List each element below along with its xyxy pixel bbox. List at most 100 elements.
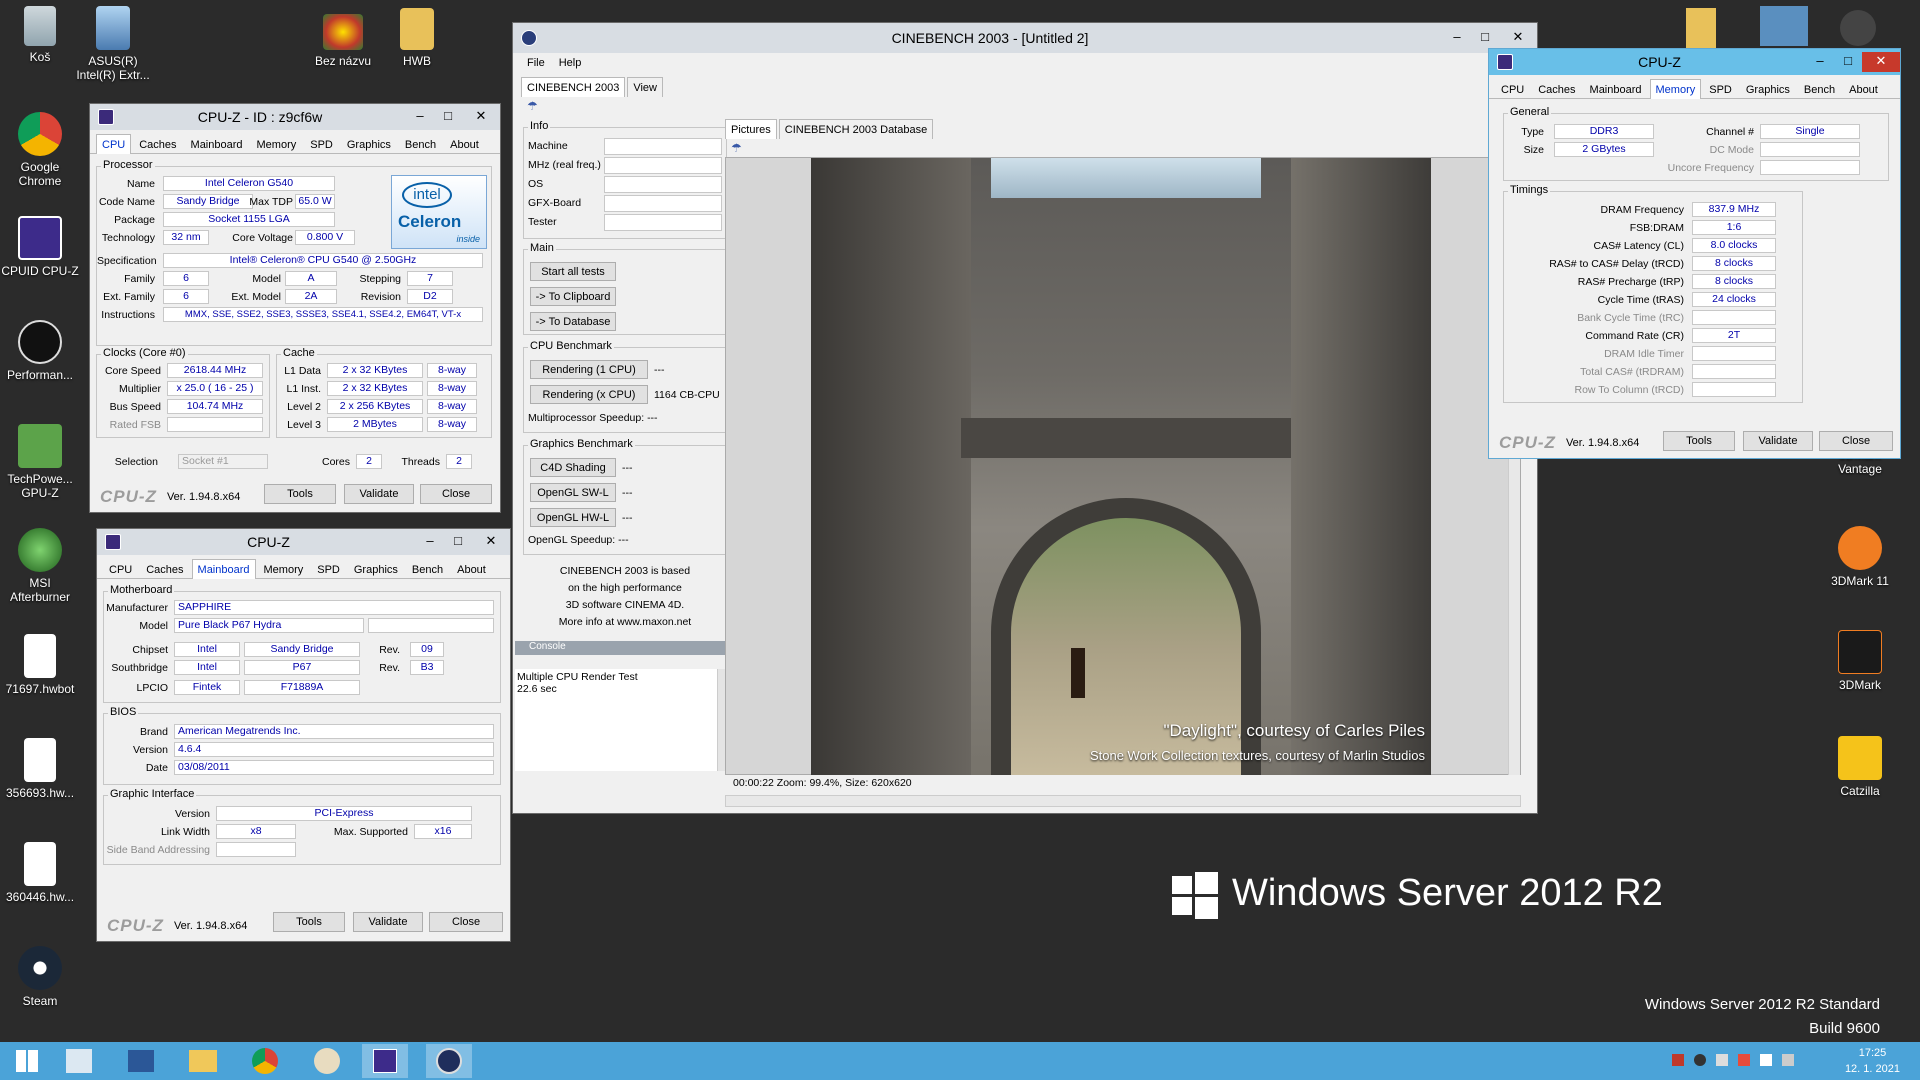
tab-caches[interactable]: Caches [140, 559, 189, 579]
maximize-button[interactable]: □ [444, 532, 472, 552]
validate-button[interactable]: Validate [353, 912, 423, 932]
tester-input[interactable] [604, 214, 722, 231]
start-all-tests-button[interactable]: Start all tests [530, 262, 616, 281]
menu-help[interactable]: Help [559, 57, 582, 69]
tab-graphics[interactable]: Graphics [341, 134, 397, 154]
taskbar-cpuz[interactable] [362, 1044, 408, 1078]
desktop-icon-cpuz[interactable]: CPUID CPU-Z [0, 216, 80, 278]
tray-icon[interactable] [1716, 1054, 1728, 1066]
close-button[interactable]: Close [420, 484, 492, 504]
gfx-board-input[interactable] [604, 195, 722, 212]
tab-cpu[interactable]: CPU [103, 559, 138, 579]
machine-input[interactable] [604, 138, 722, 155]
desktop-icon-chrome[interactable]: Google Chrome [0, 112, 80, 188]
tab-bench[interactable]: Bench [399, 134, 442, 154]
title-bar[interactable]: CPU-Z – □ ✕ [97, 529, 510, 555]
tab-spd[interactable]: SPD [311, 559, 346, 579]
desktop-icon-file-356693[interactable]: 356693.hw... [0, 738, 80, 800]
render-viewport[interactable]: "Daylight", courtesy of Carles Piles Sto… [725, 157, 1521, 775]
validate-button[interactable]: Validate [1743, 431, 1813, 451]
desktop-icon-3dmark11[interactable]: 3DMark 11 [1820, 526, 1900, 588]
steam-tray-icon[interactable] [1694, 1054, 1706, 1066]
maximize-button[interactable]: □ [434, 107, 462, 127]
socket-select[interactable]: Socket #1 [178, 454, 268, 469]
validate-button[interactable]: Validate [344, 484, 414, 504]
desktop-icon-asus[interactable]: ASUS(R) Intel(R) Extr... [73, 6, 153, 82]
tab-mainboard[interactable]: Mainboard [191, 559, 256, 579]
tab-about[interactable]: About [451, 559, 492, 579]
horizontal-scrollbar[interactable] [725, 795, 1521, 807]
desktop-icon-recycle-bin[interactable]: Koš [0, 6, 80, 64]
network-icon[interactable] [1760, 1054, 1772, 1066]
tray-icon[interactable] [1738, 1054, 1750, 1066]
taskbar-chrome[interactable] [242, 1044, 288, 1078]
tools-button[interactable]: Tools [273, 912, 345, 932]
tab-about[interactable]: About [1843, 79, 1884, 99]
tab-caches[interactable]: Caches [133, 134, 182, 154]
tab-pictures[interactable]: Pictures [725, 119, 777, 139]
desktop-icon-gpuz[interactable]: TechPowe... GPU-Z [0, 424, 80, 500]
minimize-button[interactable]: – [1806, 52, 1834, 72]
tools-button[interactable]: Tools [1663, 431, 1735, 451]
mhz-input[interactable] [604, 157, 722, 174]
tab-graphics[interactable]: Graphics [1740, 79, 1796, 99]
desktop-icon-bez-nazvu[interactable]: Bez názvu [303, 14, 383, 68]
desktop-icon-file-71697[interactable]: 71697.hwbot [0, 634, 80, 696]
tab-bench[interactable]: Bench [406, 559, 449, 579]
os-input[interactable] [604, 176, 722, 193]
tab-mainboard[interactable]: Mainboard [1584, 79, 1648, 99]
opengl-hwl-button[interactable]: OpenGL HW-L [530, 508, 616, 527]
taskbar-cinebench[interactable] [426, 1044, 472, 1078]
tab-database[interactable]: CINEBENCH 2003 Database [778, 119, 934, 139]
tools-button[interactable]: Tools [264, 484, 336, 504]
tab-memory[interactable]: Memory [251, 134, 303, 154]
taskbar-server-manager[interactable] [56, 1044, 102, 1078]
volume-icon[interactable] [1782, 1054, 1794, 1066]
tab-spd[interactable]: SPD [1703, 79, 1738, 99]
maximize-button[interactable]: □ [1471, 28, 1499, 48]
title-bar[interactable]: CPU-Z – □ ✕ [1489, 49, 1900, 75]
title-bar[interactable]: CINEBENCH 2003 - [Untitled 2] – □ ✕ [513, 23, 1537, 53]
opengl-swl-button[interactable]: OpenGL SW-L [530, 483, 616, 502]
taskbar-app[interactable] [304, 1044, 350, 1078]
minimize-button[interactable]: – [416, 532, 444, 552]
app-icon[interactable] [1840, 10, 1876, 46]
tab-cinebench[interactable]: CINEBENCH 2003 [521, 77, 626, 97]
c4d-shading-button[interactable]: C4D Shading [530, 458, 616, 477]
clock[interactable]: 17:25 12. 1. 2021 [1845, 1045, 1900, 1077]
close-button[interactable]: Close [429, 912, 503, 932]
tab-memory[interactable]: Memory [258, 559, 310, 579]
tab-mainboard[interactable]: Mainboard [185, 134, 249, 154]
taskbar-powershell[interactable] [118, 1044, 164, 1078]
desktop-icon-performance[interactable]: Performan... [0, 320, 80, 382]
desktop-icon-afterburner[interactable]: MSI Afterburner [0, 528, 80, 604]
rendering-1cpu-button[interactable]: Rendering (1 CPU) [530, 360, 648, 379]
tab-spd[interactable]: SPD [304, 134, 339, 154]
tab-cpu[interactable]: CPU [96, 134, 132, 154]
tab-view[interactable]: View [627, 77, 663, 97]
desktop-icon-steam[interactable]: Steam [0, 946, 80, 1008]
desktop-icon-catzilla[interactable]: Catzilla [1820, 736, 1900, 798]
tab-graphics[interactable]: Graphics [348, 559, 404, 579]
tab-bench[interactable]: Bench [1798, 79, 1841, 99]
start-button[interactable] [4, 1044, 50, 1078]
minimize-button[interactable]: – [406, 107, 434, 127]
title-bar[interactable]: CPU-Z - ID : z9cf6w – □ ✕ [90, 104, 500, 130]
menu-file[interactable]: File [527, 57, 545, 69]
close-window-button[interactable]: ✕ [472, 532, 510, 552]
to-clipboard-button[interactable]: -> To Clipboard [530, 287, 616, 306]
tray-icon[interactable] [1672, 1054, 1684, 1066]
taskbar-explorer[interactable] [180, 1044, 226, 1078]
close-window-button[interactable]: ✕ [1499, 28, 1537, 48]
tab-caches[interactable]: Caches [1532, 79, 1581, 99]
rendering-xcpu-button[interactable]: Rendering (x CPU) [530, 385, 648, 404]
desktop-icon-hwb[interactable]: HWB [377, 8, 457, 68]
folder-icon[interactable] [1686, 8, 1716, 48]
to-database-button[interactable]: -> To Database [530, 312, 616, 331]
tab-memory[interactable]: Memory [1649, 79, 1702, 99]
close-button[interactable]: Close [1819, 431, 1893, 451]
close-window-button[interactable]: ✕ [1862, 52, 1900, 72]
minimize-button[interactable]: – [1443, 28, 1471, 48]
app-icon[interactable] [1760, 6, 1808, 46]
desktop-icon-file-360446[interactable]: 360446.hw... [0, 842, 80, 904]
